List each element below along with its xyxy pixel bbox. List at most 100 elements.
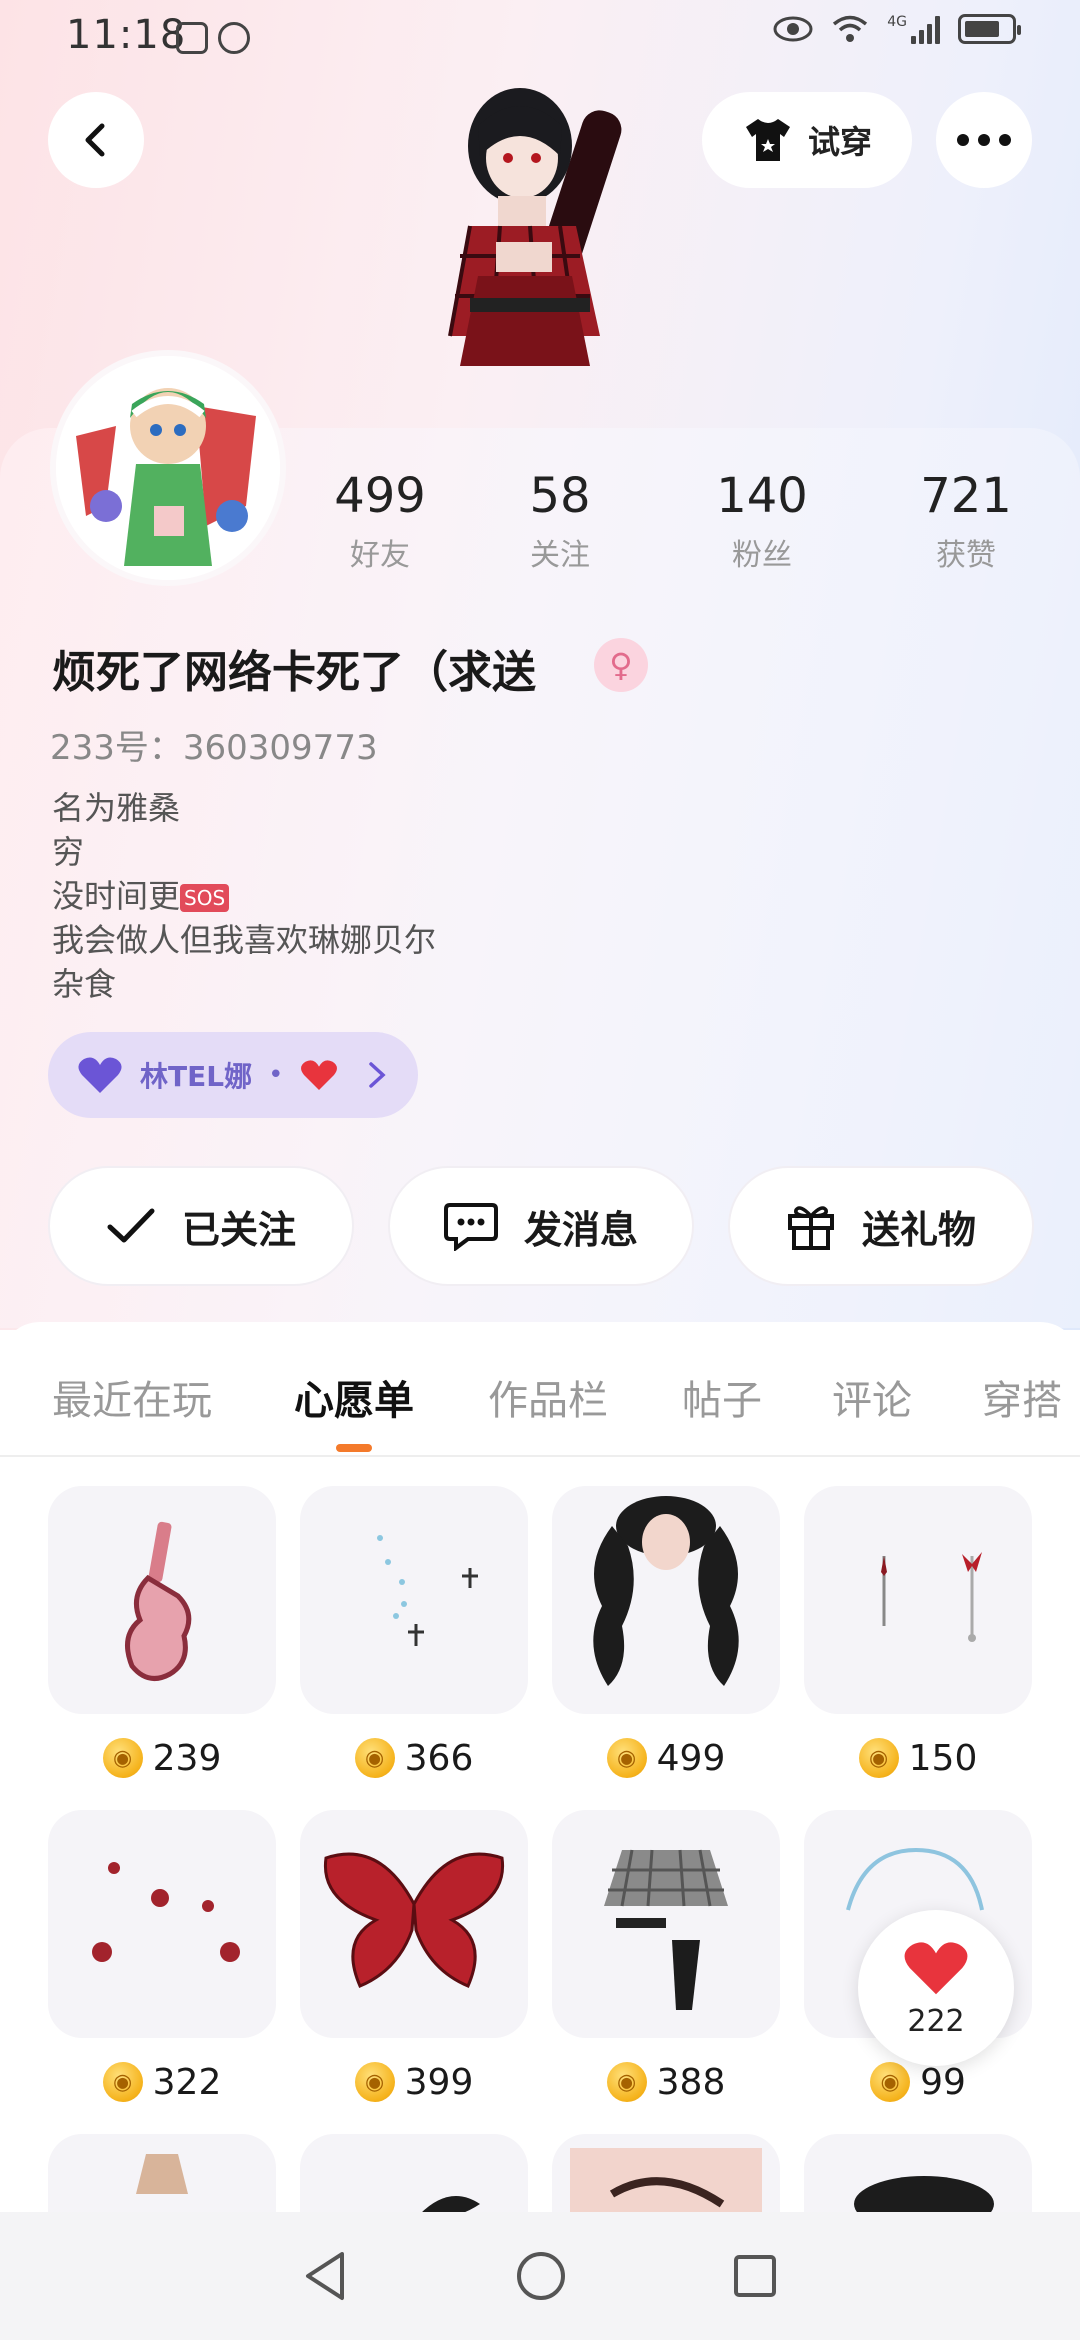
check-icon <box>107 1208 155 1243</box>
price-value: 322 <box>152 2061 222 2103</box>
sos-emoji: SOS <box>180 884 230 912</box>
hand-icon <box>218 22 250 54</box>
coin-icon: ◉ <box>870 2062 911 2102</box>
tab-posts[interactable]: 帖子 <box>682 1368 762 1426</box>
message-icon <box>443 1203 498 1251</box>
followed-label: 已关注 <box>181 1207 296 1252</box>
price-value: 150 <box>908 1737 978 1779</box>
bio-line: 我会做人但我喜欢琳娜贝尔 <box>52 921 437 959</box>
tab-recently-played[interactable]: 最近在玩 <box>52 1368 212 1426</box>
bio-line: 杂食 <box>52 965 117 1003</box>
active-tab-indicator <box>336 1444 372 1452</box>
price-tag: ◉ 388 <box>552 2052 780 2112</box>
stat-value: 499 <box>334 468 426 524</box>
coin-icon: ◉ <box>858 1738 899 1778</box>
followed-button[interactable]: 已关注 <box>50 1168 352 1284</box>
chevron-left-icon <box>85 123 105 157</box>
bio-line-text: 没时间更 <box>52 877 181 915</box>
try-on-button[interactable]: 试穿 <box>702 92 912 188</box>
tab-wishlist[interactable]: 心愿单 <box>294 1368 414 1426</box>
relation-separator: • <box>268 1060 284 1090</box>
tabs-divider <box>0 1455 1080 1457</box>
price-value: 239 <box>152 1737 222 1779</box>
plaid-skirt-icon <box>552 1810 780 2038</box>
price-value: 399 <box>404 2061 474 2103</box>
send-gift-button[interactable]: 送礼物 <box>730 1168 1032 1284</box>
guitar-case-icon <box>48 1486 276 1714</box>
coin-icon: ◉ <box>354 1738 395 1778</box>
profile-tabs: 最近在玩 心愿单 作品栏 帖子 评论 穿搭 <box>0 1350 1080 1450</box>
tab-outfits[interactable]: 穿搭 <box>982 1368 1062 1426</box>
chevron-right-icon <box>369 1062 387 1088</box>
nickname: 烦死了网络卡死了（求送 <box>52 647 536 698</box>
price-value: 388 <box>656 2061 726 2103</box>
send-message-button[interactable]: 发消息 <box>390 1168 692 1284</box>
twin-curls-hair-icon <box>552 1486 780 1714</box>
price-tag: ◉ 499 <box>552 1728 780 1788</box>
stat-following[interactable]: 58 关注 <box>480 468 640 574</box>
sparkle-cross-icon <box>300 1486 528 1714</box>
back-button[interactable] <box>48 92 144 188</box>
avatar-character-art <box>400 66 680 426</box>
wishlist-item[interactable]: ◉ 366 <box>300 1486 528 1788</box>
female-icon: ♀ <box>594 638 648 692</box>
tshirt-icon <box>745 119 790 161</box>
recents-square-icon[interactable] <box>732 2253 778 2299</box>
status-time: 11:18 <box>66 12 187 58</box>
stat-label: 获赞 <box>936 538 996 573</box>
home-circle-icon[interactable] <box>515 2250 567 2302</box>
coin-icon: ◉ <box>606 1738 647 1778</box>
purple-heart-icon <box>78 1057 122 1093</box>
send-message-label: 发消息 <box>523 1207 638 1252</box>
price-tag: ◉ 150 <box>804 1728 1032 1788</box>
relation-pill[interactable]: 林TEL娜 • <box>48 1032 418 1118</box>
avatar[interactable] <box>50 350 286 586</box>
wishlist-item[interactable]: ◉ 388 <box>552 1810 780 2112</box>
back-triangle-icon[interactable] <box>302 2250 350 2302</box>
bio: 名为雅桑 穷 没时间更 SOS 我会做人但我喜欢琳娜贝尔 杂食 <box>52 786 436 1006</box>
heart-icon <box>904 1941 968 1994</box>
battery-icon <box>958 14 1021 44</box>
tab-comments[interactable]: 评论 <box>832 1368 912 1426</box>
send-gift-label: 送礼物 <box>861 1207 976 1252</box>
wishlist-item[interactable]: ◉ 399 <box>300 1810 528 2112</box>
coin-icon: ◉ <box>354 2062 395 2102</box>
status-icons: 4G <box>773 14 1021 44</box>
gift-icon <box>787 1206 834 1250</box>
rose-petals-icon <box>48 1810 276 2038</box>
stat-friends[interactable]: 499 好友 <box>300 468 460 574</box>
butterfly-wings-icon <box>300 1810 528 2038</box>
price-tag: ◉ 322 <box>48 2052 276 2112</box>
coin-icon: ◉ <box>606 2062 647 2102</box>
tab-works[interactable]: 作品栏 <box>488 1368 608 1426</box>
wifi-icon <box>833 15 868 42</box>
status-bar: 11:18 4G <box>0 0 1080 76</box>
stat-likes[interactable]: 721 获赞 <box>886 468 1046 574</box>
wishlist-item[interactable]: ◉ 239 <box>48 1486 276 1788</box>
more-dots-icon <box>957 134 1011 146</box>
try-on-label: 试穿 <box>807 123 872 161</box>
wishlist-item[interactable]: ◉ 150 <box>804 1486 1032 1788</box>
stat-label: 好友 <box>350 538 410 573</box>
relation-name: 林TEL娜 <box>140 1060 253 1093</box>
like-button[interactable]: 222 <box>858 1910 1014 2066</box>
price-value: 366 <box>404 1737 474 1779</box>
stat-label: 关注 <box>530 538 590 573</box>
coin-icon: ◉ <box>102 1738 143 1778</box>
price-tag: ◉ 366 <box>300 1728 528 1788</box>
price-value: 499 <box>656 1737 726 1779</box>
price-value: 99 <box>920 2061 966 2103</box>
wishlist-item[interactable]: ◉ 499 <box>552 1486 780 1788</box>
network-label: 4G <box>887 14 907 30</box>
like-count: 222 <box>907 2003 965 2039</box>
account-id[interactable]: 233号：360309773 <box>50 720 378 769</box>
stat-fans[interactable]: 140 粉丝 <box>682 468 842 574</box>
more-button[interactable] <box>936 92 1032 188</box>
profile-stats: 499 好友 58 关注 140 粉丝 721 获赞 <box>300 468 1060 588</box>
stat-value: 58 <box>529 468 591 524</box>
stat-label: 粉丝 <box>732 538 792 573</box>
bio-line: 没时间更 SOS <box>52 874 436 918</box>
price-tag: ◉ 399 <box>300 2052 528 2112</box>
screenshot-icon <box>176 22 208 54</box>
wishlist-item[interactable]: ◉ 322 <box>48 1810 276 2112</box>
